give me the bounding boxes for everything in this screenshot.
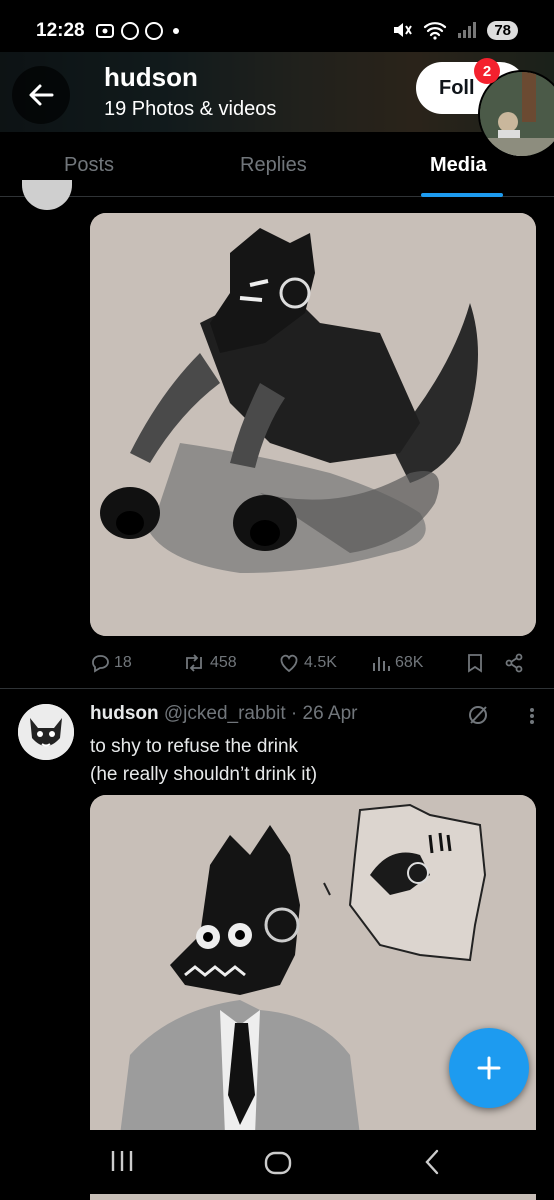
nav-recents-icon[interactable] (110, 1148, 134, 1174)
repost-icon (186, 654, 202, 672)
repost-count: 458 (210, 654, 237, 671)
bookmark-icon (468, 654, 482, 673)
compose-plus-icon (477, 1056, 501, 1080)
reply-action[interactable]: 18 (90, 653, 132, 673)
status-time: 12:28 (36, 20, 85, 41)
notification-badge: 2 (474, 58, 500, 84)
more-icon[interactable] (520, 706, 543, 726)
battery-level: 78 (487, 20, 518, 40)
post-divider (0, 688, 554, 689)
mute-icon (394, 23, 413, 37)
post-actions-bar: 18 458 4.5K 68K (90, 650, 530, 676)
grok-button[interactable] (466, 703, 490, 732)
profile-name: hudson (104, 62, 198, 92)
share-action[interactable] (504, 653, 524, 673)
views-action[interactable]: 68K (371, 653, 423, 673)
views-icon (373, 657, 390, 671)
messenger-icon (121, 22, 139, 40)
more-notifications-dot (173, 28, 179, 34)
bookmark-action[interactable] (466, 653, 484, 673)
previous-post-avatar[interactable] (22, 180, 72, 210)
post-author-name[interactable]: hudson (90, 703, 159, 724)
post-separator-dot: · (290, 703, 298, 724)
share-icon (505, 653, 523, 673)
grok-icon (469, 706, 487, 724)
nav-home-icon[interactable] (263, 1148, 293, 1178)
tab-posts[interactable]: Posts (64, 154, 114, 177)
back-button[interactable] (12, 66, 70, 124)
screenshot-icon (96, 24, 114, 38)
like-icon (280, 654, 298, 673)
follow-label: Foll (439, 76, 475, 99)
like-action[interactable]: 4.5K (278, 653, 337, 673)
profile-media-count: 19 Photos & videos (104, 98, 277, 120)
post-text-line-1: to shy to refuse the drink (90, 736, 299, 757)
wifi-icon (424, 22, 447, 40)
views-count: 68K (395, 654, 424, 671)
reply-count: 18 (114, 654, 132, 671)
status-bar: 12:28 78 (0, 0, 554, 60)
system-navigation-bar (0, 1130, 554, 1200)
tab-media[interactable]: Media (430, 154, 487, 177)
post-image-continuation (90, 1194, 536, 1200)
post-date[interactable]: 26 Apr (303, 703, 358, 724)
post-text-line-2: (he really shouldn’t drink it) (90, 764, 318, 785)
tab-replies[interactable]: Replies (240, 154, 307, 177)
post-header: hudson @jcked_rabbit · 26 Apr (90, 703, 357, 725)
repost-action[interactable]: 458 (182, 653, 237, 673)
back-arrow-icon (29, 84, 54, 106)
nav-back-icon[interactable] (422, 1148, 442, 1176)
status-notification-icons (95, 22, 179, 40)
messenger-icon-2 (145, 22, 163, 40)
post-text: to shy to refuse the drink (he really sh… (90, 733, 317, 789)
post-image-artwork-wolf-stretching[interactable] (90, 213, 536, 636)
post-author-avatar[interactable] (18, 704, 74, 760)
post-author-handle[interactable]: @jcked_rabbit (164, 703, 286, 724)
compose-button[interactable] (449, 1028, 529, 1108)
like-count: 4.5K (304, 654, 337, 671)
profile-tabs: Posts Replies Media (0, 132, 554, 197)
signal-icon (458, 22, 477, 38)
active-tab-indicator (421, 193, 503, 197)
reply-icon (92, 655, 109, 673)
